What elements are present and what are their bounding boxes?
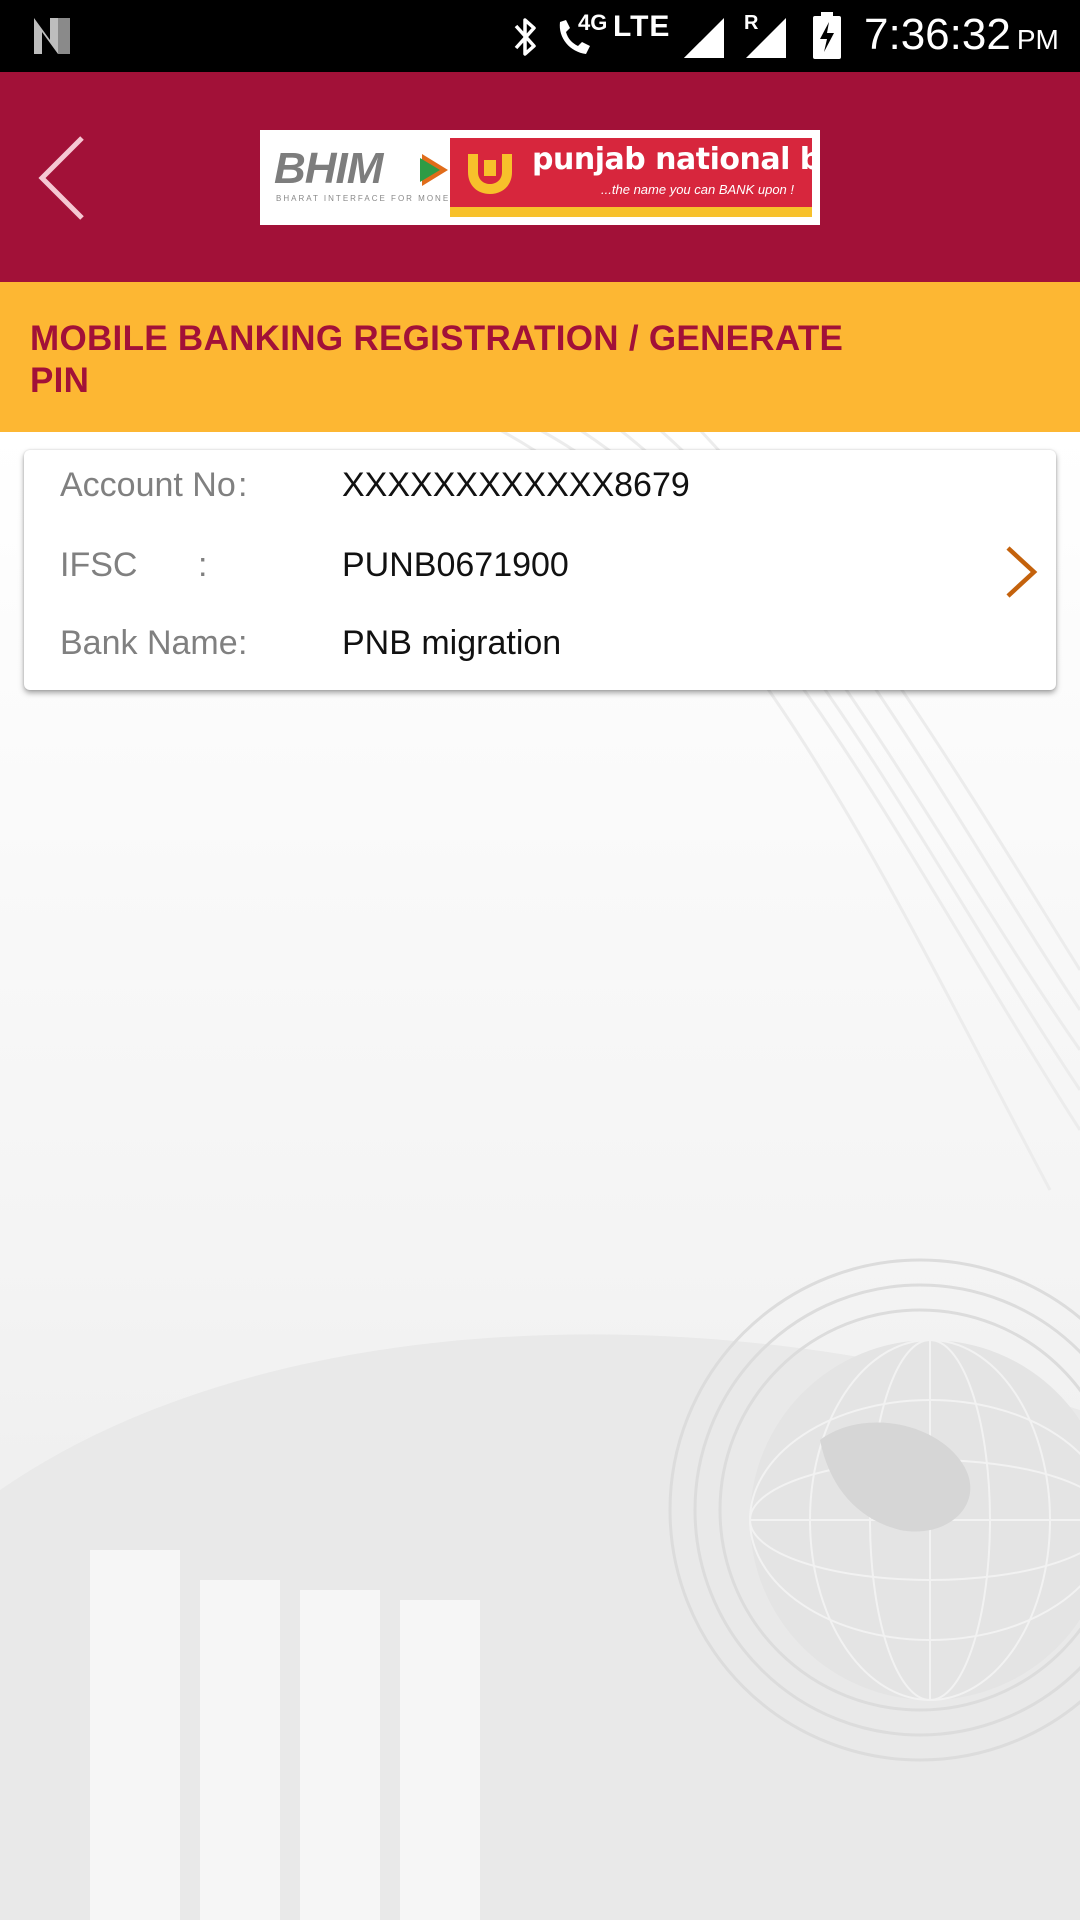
- pnb-tagline: ...the name you can BANK upon !: [601, 182, 794, 197]
- ifsc-row: IFSC : PUNB0671900: [24, 536, 1056, 596]
- ifsc-value: PUNB0671900: [342, 546, 569, 584]
- bhim-pnb-logo: BHIM BHARAT INTERFACE FOR MONEY punjab n…: [260, 130, 820, 225]
- page-title: MOBILE BANKING REGISTRATION / GENERATE P…: [30, 319, 844, 400]
- screen: 4G LTE R 7:36:32 PM BHIM BHARAT INTERFAC…: [0, 0, 1080, 1920]
- account-card[interactable]: Account No : XXXXXXXXXXXX8679 IFSC : PUN…: [24, 450, 1056, 690]
- bhim-logo: BHIM BHARAT INTERFACE FOR MONEY: [270, 142, 456, 212]
- chevron-right-icon[interactable]: [1002, 544, 1040, 600]
- battery-charging-icon: [813, 12, 841, 59]
- section-title-bar: MOBILE BANKING REGISTRATION / GENERATE P…: [0, 282, 1080, 432]
- bluetooth-icon: [514, 18, 536, 56]
- bhim-subtitle: BHARAT INTERFACE FOR MONEY: [276, 194, 458, 203]
- bank-name-value: PNB migration: [342, 624, 562, 662]
- pnb-yellow-stripe: [450, 207, 812, 217]
- pnb-emblem-icon: [468, 154, 512, 194]
- back-chevron-icon[interactable]: [30, 128, 100, 228]
- bank-name-colon: :: [238, 624, 248, 662]
- clock-time: 7:36:32: [864, 10, 1011, 59]
- status-bar: 4G LTE R 7:36:32 PM: [0, 0, 1080, 72]
- ifsc-colon: :: [198, 546, 208, 584]
- clock: 7:36:32 PM: [864, 10, 1059, 60]
- network-type-label: LTE: [613, 10, 671, 43]
- app-header: BHIM BHARAT INTERFACE FOR MONEY punjab n…: [0, 72, 1080, 282]
- signal-icon: [684, 18, 724, 58]
- bank-name-label: Bank Name: [60, 624, 238, 662]
- ifsc-label: IFSC: [60, 546, 138, 584]
- bhim-logo-text: BHIM: [274, 144, 383, 193]
- bank-name-row: Bank Name : PNB migration: [24, 614, 1056, 674]
- network-4g-label: 4G: [578, 10, 608, 35]
- pnb-bank-name: punjab national bank: [532, 142, 820, 177]
- n-logo-icon: [34, 18, 70, 54]
- account-number-colon: :: [238, 466, 248, 504]
- signal-roaming-icon: [746, 18, 786, 58]
- clock-ampm: PM: [1016, 24, 1059, 55]
- pnb-logo: punjab national bank ...the name you can…: [450, 138, 820, 217]
- account-number-row: Account No : XXXXXXXXXXXX8679: [24, 456, 1056, 516]
- account-number-value: XXXXXXXXXXXX8679: [342, 466, 690, 504]
- account-number-label: Account No: [60, 466, 236, 504]
- bhim-arrow-icon: [420, 154, 448, 186]
